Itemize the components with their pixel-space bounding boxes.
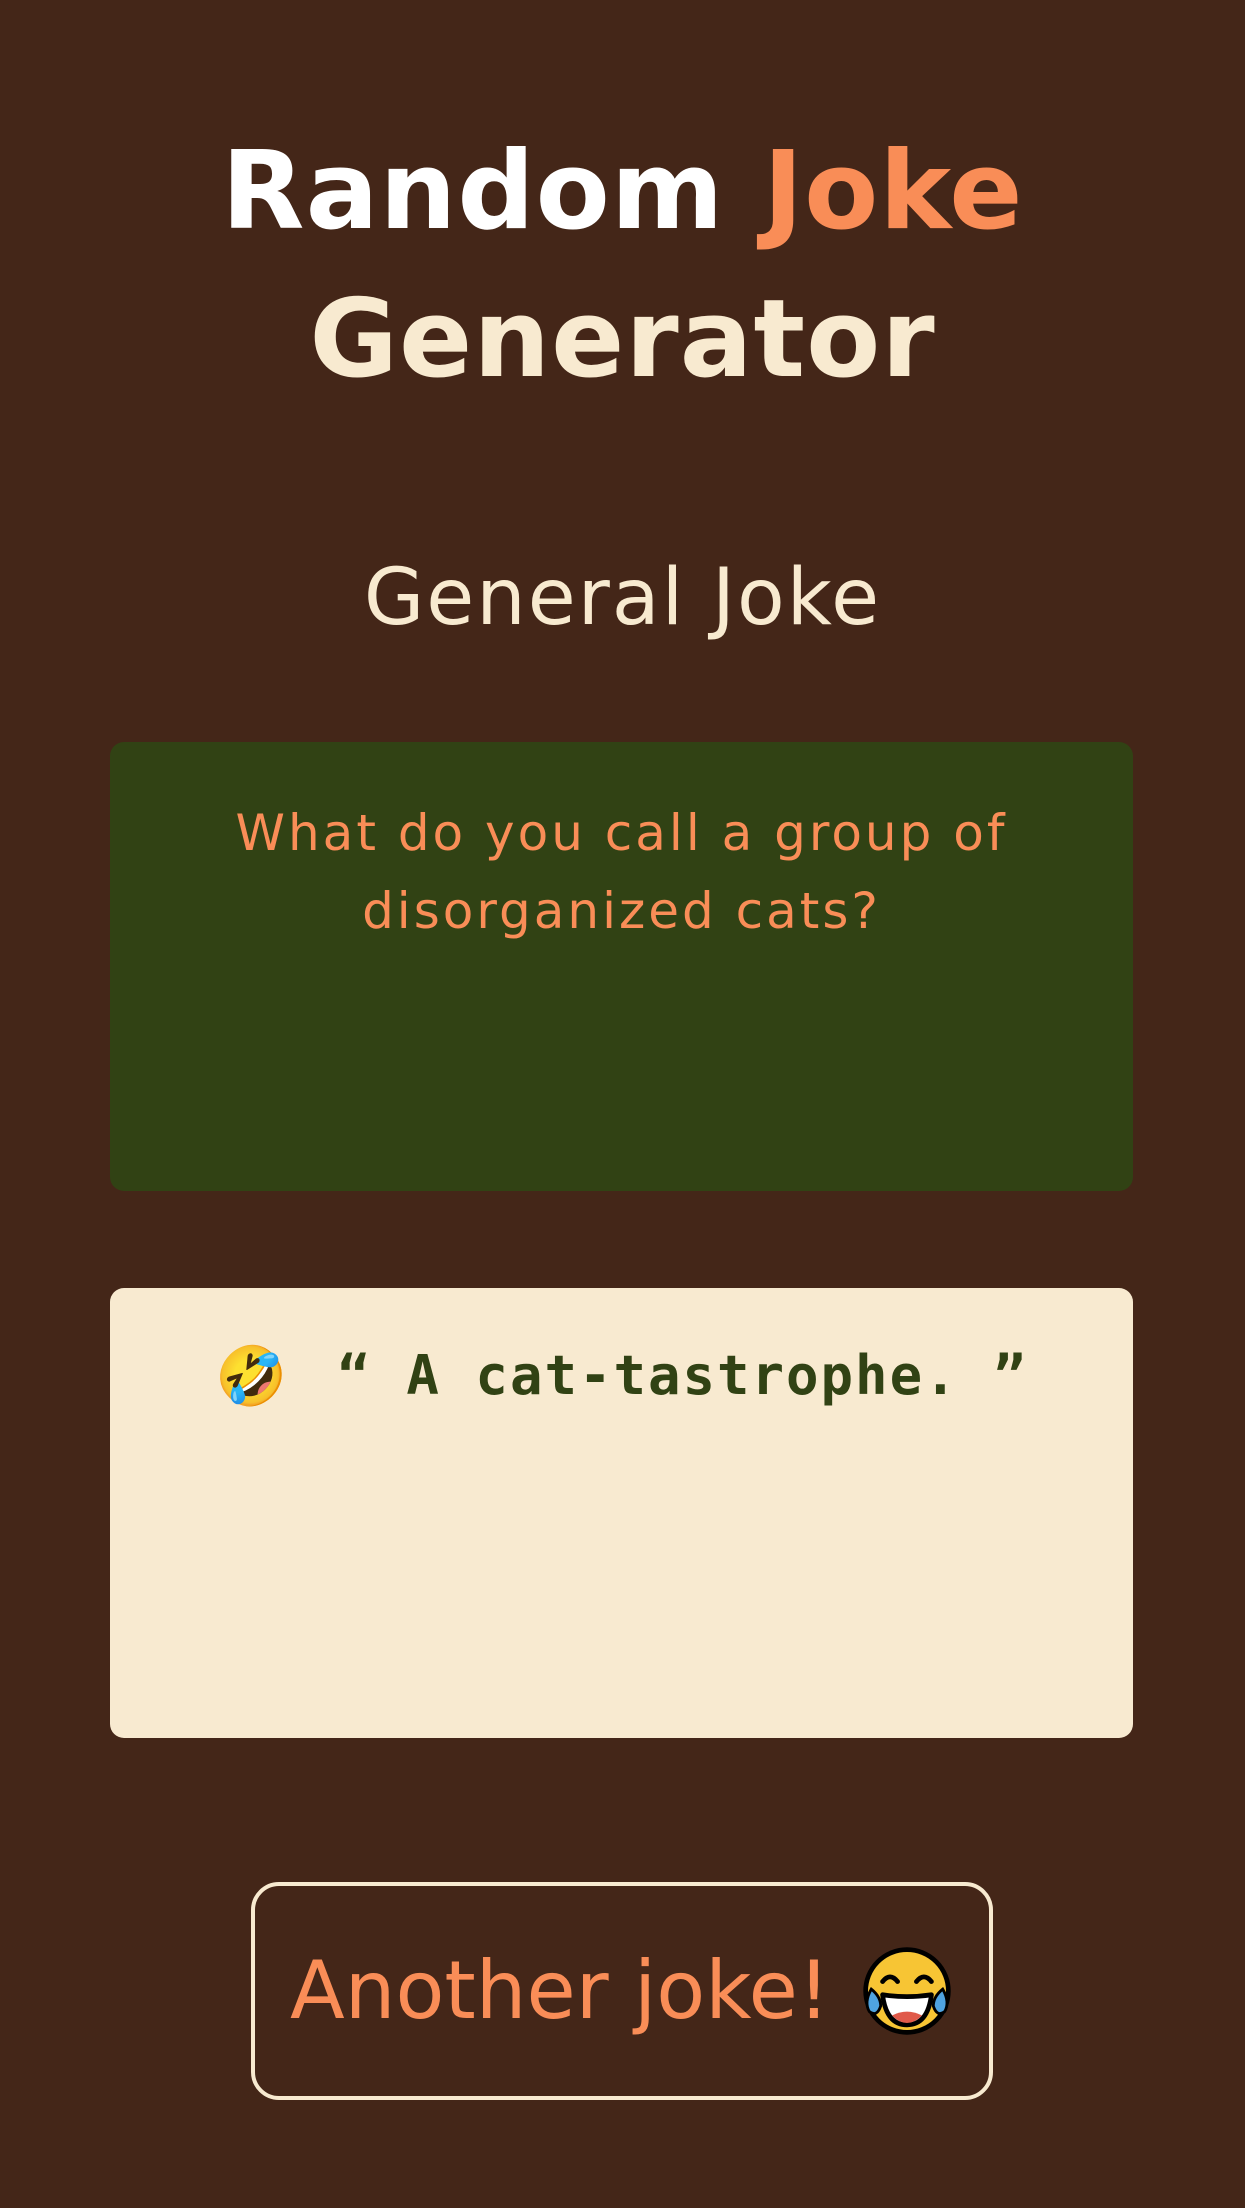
title-word-random: Random: [221, 129, 725, 254]
joke-setup-text: What do you call a group of disorganized…: [235, 804, 1008, 940]
another-joke-button-label: Another joke!: [290, 1944, 830, 2037]
another-joke-button[interactable]: Another joke!: [251, 1882, 993, 2100]
title-word-generator: Generator: [309, 277, 936, 402]
joke-setup-card: What do you call a group of disorganized…: [110, 742, 1133, 1191]
joke-punchline-text: “ A cat-tastrophe. ”: [337, 1344, 1028, 1407]
page-title: Random Joke Generator: [0, 118, 1245, 414]
title-word-joke: Joke: [763, 129, 1024, 254]
rolling-laughing-icon: 🤣: [215, 1342, 288, 1410]
face-with-tears-of-joy-icon: [863, 1947, 951, 2035]
joke-category: General Joke: [363, 553, 882, 643]
punchline-row: 🤣 “ A cat-tastrophe. ”: [110, 1336, 1133, 1416]
joke-punchline-card: 🤣 “ A cat-tastrophe. ”: [110, 1288, 1133, 1738]
